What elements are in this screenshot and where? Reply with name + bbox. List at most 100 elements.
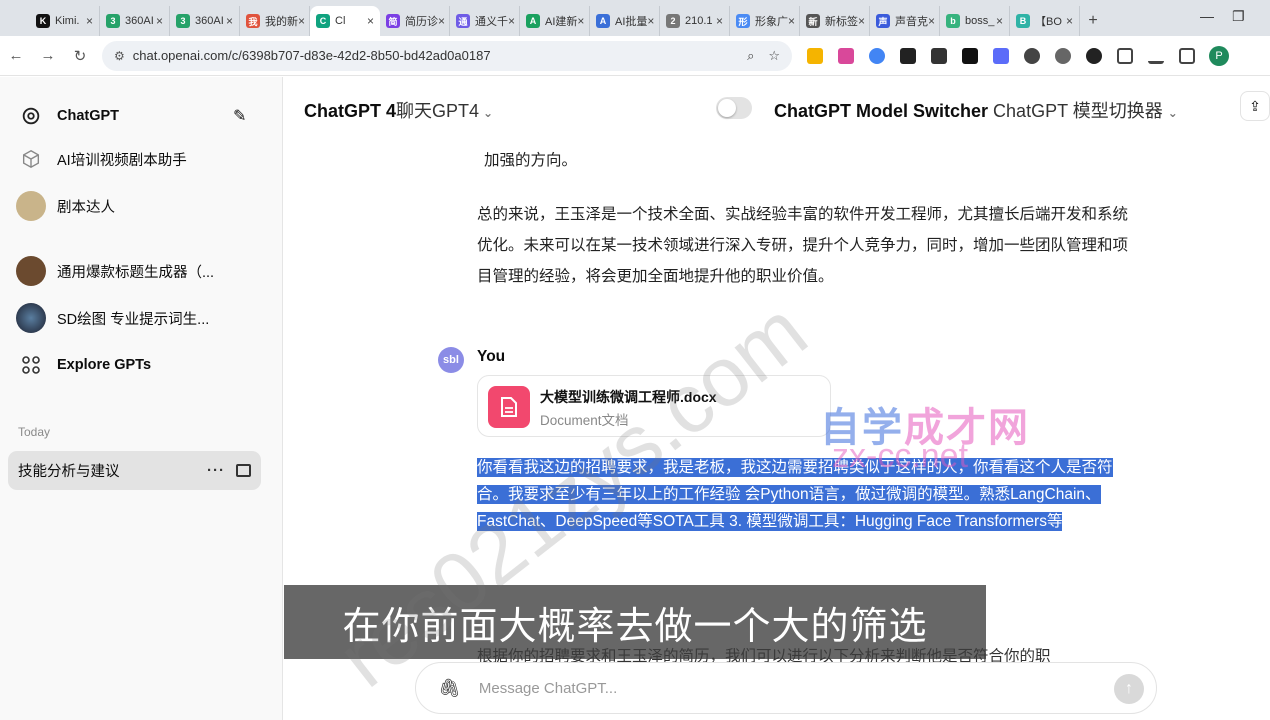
extension-icon[interactable] [1024, 47, 1040, 64]
browser-tab[interactable]: 声声音克 × [870, 6, 940, 36]
close-icon[interactable]: × [86, 14, 93, 28]
share-icon[interactable]: ⇪ [1240, 91, 1270, 121]
gpt-item[interactable]: SD绘图 专业提示词生... [16, 303, 209, 333]
tab-label: 新标签 [825, 16, 858, 28]
new-tab-button[interactable]: + [1080, 6, 1106, 36]
explore-gpts[interactable]: Explore GPTs [16, 350, 151, 380]
back-icon[interactable]: ← [0, 47, 32, 64]
gpt-item[interactable]: 通用爆款标题生成器（... [16, 256, 214, 286]
more-icon[interactable]: ··· [207, 462, 225, 479]
extension-icon[interactable] [869, 47, 885, 64]
extension-folder-icon[interactable] [807, 47, 823, 64]
tab-favicon-icon: C [316, 14, 330, 28]
close-icon[interactable]: × [508, 14, 515, 28]
browser-tab[interactable]: A AI批量 × [590, 6, 660, 36]
tab-label: Kimi. [55, 15, 80, 27]
extensions-puzzle-icon[interactable] [1117, 47, 1133, 64]
extension-icon[interactable] [1055, 47, 1071, 64]
browser-tab[interactable]: 3 360AI × [100, 6, 170, 36]
browser-tab[interactable]: 2 210.1 × [660, 6, 730, 36]
browser-tab[interactable]: B 【BO × [1010, 6, 1080, 36]
browser-tab[interactable]: 新新标签 × [800, 6, 870, 36]
tab-label: 形象广 [755, 16, 788, 28]
extension-icon[interactable] [838, 47, 854, 64]
url-text: chat.openai.com/c/6398b707-d83e-42d2-8b5… [132, 48, 491, 63]
tab-favicon-icon: 我 [246, 14, 260, 28]
zoom-icon[interactable]: ⌕ [747, 48, 754, 64]
tab-label: 简历诊 [405, 16, 438, 28]
restore-icon[interactable]: ❐ [1232, 8, 1245, 25]
browser-tab[interactable]: 简简历诊 × [380, 6, 450, 36]
model-selector[interactable]: ChatGPT 4聊天GPT4 ⌄ [304, 97, 493, 123]
minimize-icon[interactable]: — [1200, 8, 1214, 24]
tab-label: 声音克 [895, 16, 928, 28]
browser-tab[interactable]: 我我的新 × [240, 6, 310, 36]
sidebar-brand[interactable]: ChatGPT [16, 101, 119, 131]
close-icon[interactable]: × [438, 14, 445, 28]
tab-favicon-icon: K [36, 14, 50, 28]
gpt-item[interactable]: AI培训视频剧本助手 [16, 144, 187, 174]
tab-label: AI批量 [615, 16, 648, 28]
message-input[interactable]: Message ChatGPT... [479, 680, 617, 697]
extension-icon[interactable] [962, 47, 978, 64]
new-chat-icon[interactable]: ✎ [233, 106, 246, 126]
send-button[interactable]: ↑ [1114, 674, 1144, 704]
avatar-icon [16, 303, 46, 333]
tab-label: AI建新 [545, 16, 578, 28]
close-icon[interactable]: × [858, 14, 865, 28]
close-icon[interactable]: × [156, 14, 163, 28]
extension-icon[interactable] [900, 47, 916, 64]
chevron-down-icon: ⌄ [483, 106, 494, 120]
tab-favicon-icon: 新 [806, 14, 820, 28]
close-icon[interactable]: × [716, 14, 723, 28]
browser-tab[interactable]: K Kimi. × [30, 6, 100, 36]
browser-tab[interactable]: 3 360AI × [170, 6, 240, 36]
tab-favicon-icon: 声 [876, 14, 890, 28]
tab-favicon-icon: A [596, 14, 610, 28]
archive-icon[interactable] [236, 464, 251, 477]
reload-icon[interactable]: ↻ [64, 47, 96, 65]
chat-title: 技能分析与建议 [18, 464, 120, 480]
gpt-item[interactable]: 剧本达人 [16, 191, 115, 221]
model-switch-toggle[interactable] [716, 97, 752, 119]
download-icon[interactable] [1148, 47, 1164, 64]
watermark-url: zx-cc.net [832, 437, 969, 475]
tab-favicon-icon: 3 [106, 14, 120, 28]
close-icon[interactable]: × [788, 14, 795, 28]
profile-avatar[interactable]: P [1209, 45, 1229, 66]
tab-favicon-icon: B [1016, 14, 1030, 28]
forward-icon[interactable]: → [32, 47, 64, 64]
browser-tab[interactable]: 形形象广 × [730, 6, 800, 36]
site-info-icon[interactable]: ⚙ [114, 49, 125, 63]
browser-tab[interactable]: b boss_ × [940, 6, 1010, 36]
side-panel-icon[interactable] [1179, 47, 1195, 64]
address-bar[interactable]: ⚙ chat.openai.com/c/6398b707-d83e-42d2-8… [102, 40, 792, 71]
close-icon[interactable]: × [1066, 14, 1073, 28]
message-composer[interactable]: 🖇 Message ChatGPT... ↑ [415, 662, 1157, 714]
extension-icon[interactable] [993, 47, 1009, 64]
close-icon[interactable]: × [647, 14, 654, 28]
browser-tab[interactable]: C Cl × [310, 6, 380, 36]
browser-tab[interactable]: A AI建新 × [520, 6, 590, 36]
browser-tab[interactable]: 通通义千 × [450, 6, 520, 36]
gpt-label: AI培训视频剧本助手 [57, 152, 187, 169]
extension-icon[interactable] [931, 47, 947, 64]
bookmark-star-icon[interactable]: ☆ [768, 48, 780, 64]
assistant-message-summary: 总的来说，王玉泽是一个技术全面、实战经验丰富的软件开发工程师，尤其擅长后端开发和… [477, 206, 1129, 285]
close-icon[interactable]: × [298, 14, 305, 28]
close-icon[interactable]: × [577, 14, 584, 28]
tab-favicon-icon: 2 [666, 14, 680, 28]
close-icon[interactable]: × [367, 14, 374, 28]
close-icon[interactable]: × [226, 14, 233, 28]
model-switcher[interactable]: ChatGPT Model Switcher ChatGPT 模型切换器 ⌄ [774, 97, 1178, 123]
extension-icon[interactable] [1086, 47, 1102, 64]
chat-history-item[interactable]: 技能分析与建议 ··· [8, 451, 261, 490]
close-icon[interactable]: × [928, 14, 935, 28]
avatar-icon [16, 256, 46, 286]
switcher-label: ChatGPT Model Switcher [774, 101, 989, 121]
paperclip-icon[interactable]: 🖇 [438, 678, 461, 699]
user-name: You [477, 348, 506, 365]
close-icon[interactable]: × [996, 14, 1003, 28]
section-today: Today [18, 425, 51, 439]
openai-logo-icon [16, 101, 46, 131]
